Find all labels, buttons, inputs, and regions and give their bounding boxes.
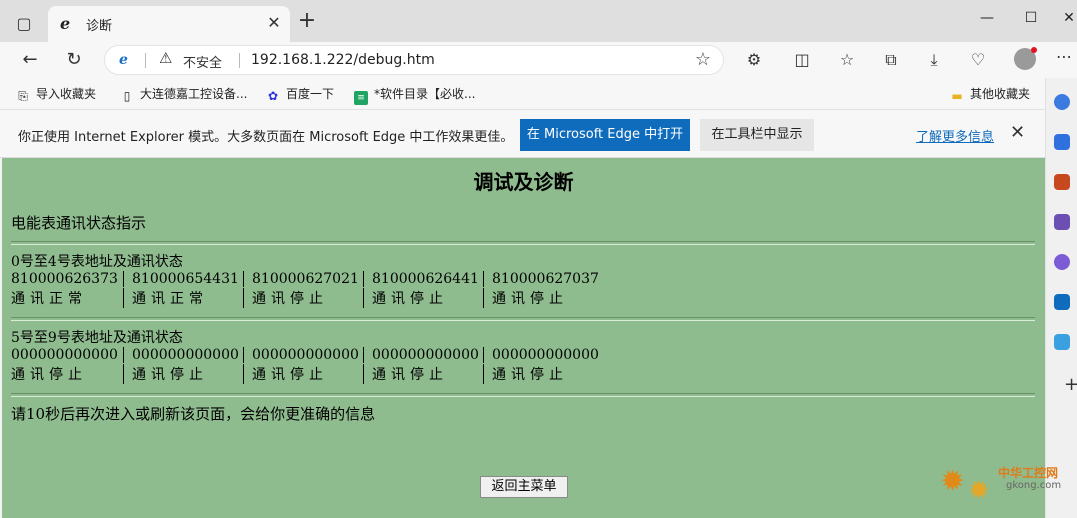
navigation-bar: ← ↻ e ⚠ 不安全 192.168.1.222/debug.htm ☆ ⚙ …	[0, 42, 1077, 78]
group-title: 0号至4号表地址及通讯状态	[11, 254, 183, 270]
meter-address: 810000627037	[483, 271, 603, 287]
extensions-icon[interactable]: ⚙	[740, 47, 768, 73]
window-close-icon[interactable]: ✕	[1054, 10, 1077, 30]
meter-status: 通讯停止	[243, 288, 363, 308]
status-row: 通讯正常 通讯正常 通讯停止 通讯停止 通讯停止	[11, 288, 603, 308]
new-tab-icon[interactable]: +	[296, 10, 318, 33]
meter-address: 810000626441	[363, 271, 483, 287]
meter-address: 810000654431	[123, 271, 243, 287]
gear-icon: ✹	[968, 476, 990, 506]
favorite-item-other[interactable]: ▬ 其他收藏夹	[950, 85, 1030, 103]
browser-tab[interactable]: e 诊断 ✕	[48, 6, 290, 42]
sheet-icon: ≡	[354, 91, 368, 105]
ie-mode-icon[interactable]: e	[119, 52, 135, 68]
meter-status: 通讯停止	[11, 367, 87, 383]
ie-mode-banner: 你正使用 Internet Explorer 模式。大多数页面在 Microso…	[0, 110, 1045, 158]
divider	[239, 53, 240, 68]
page-content: 调试及诊断 电能表通讯状态指示 0号至4号表地址及通讯状态 8100006263…	[2, 158, 1045, 518]
meter-address: 000000000000	[11, 347, 118, 363]
watermark-logo: ✹ ✹ 中华工控网 gkong.com	[940, 462, 1070, 508]
split-screen-icon[interactable]: ◫	[788, 47, 816, 73]
gear-icon: ✹	[940, 464, 966, 499]
refresh-note: 请10秒后再次进入或刷新该页面，会给你更准确的信息	[11, 405, 376, 423]
minimize-icon[interactable]: —	[972, 10, 1002, 30]
watermark-text: 中华工控网	[998, 466, 1059, 480]
shopping-tag-icon[interactable]	[1054, 134, 1070, 150]
meter-address: 000000000000	[483, 347, 603, 363]
address-row: 000000000000 000000000000 000000000000 0000…	[11, 347, 603, 363]
favorite-item-baidu[interactable]: ✿ 百度一下	[266, 85, 334, 103]
open-in-edge-button[interactable]: 在 Microsoft Edge 中打开	[520, 119, 690, 151]
back-icon[interactable]: ←	[16, 47, 44, 73]
more-icon[interactable]: ⋯	[1056, 47, 1072, 66]
meter-status: 通讯正常	[11, 291, 87, 307]
meter-status: 通讯正常	[123, 288, 243, 308]
ie-tab-icon: e	[60, 14, 71, 33]
tab-bar: ▢ e 诊断 ✕ + — ☐ ✕	[0, 0, 1077, 42]
office-icon[interactable]	[1054, 254, 1070, 270]
performance-icon[interactable]: ♡	[964, 47, 992, 73]
address-row: 810000626373 810000654431 810000627021 8100…	[11, 271, 603, 287]
warning-icon[interactable]: ⚠	[159, 49, 172, 67]
meter-address: 000000000000	[123, 347, 243, 363]
favorites-icon[interactable]: ☆	[833, 47, 861, 73]
notification-dot	[1031, 47, 1037, 53]
send-icon[interactable]	[1054, 334, 1070, 350]
horizontal-rule	[11, 317, 1035, 321]
favorite-star-icon[interactable]: ☆	[695, 49, 711, 70]
horizontal-rule	[11, 393, 1035, 397]
insecure-label[interactable]: 不安全	[183, 52, 222, 71]
refresh-icon[interactable]: ↻	[60, 47, 88, 73]
meter-status: 通讯停止	[363, 288, 483, 308]
watermark-url: gkong.com	[1006, 480, 1062, 491]
ie-mode-message: 你正使用 Internet Explorer 模式。大多数页面在 Microso…	[18, 130, 514, 145]
meter-status: 通讯停止	[363, 364, 483, 384]
tab-close-icon[interactable]: ✕	[264, 13, 284, 33]
favorites-bar: ⎘ 导入收藏夹 ▯ 大连德嘉工控设备... ✿ 百度一下 ≡ *软件目录【必收... ▬…	[0, 78, 1045, 110]
tab-actions-icon[interactable]: ▢	[8, 10, 40, 36]
favorite-item-import[interactable]: ⎘ 导入收藏夹	[16, 85, 96, 103]
meter-status: 通讯停止	[123, 364, 243, 384]
meter-address: 000000000000	[363, 347, 483, 363]
horizontal-rule	[11, 241, 1035, 245]
status-row: 通讯停止 通讯停止 通讯停止 通讯停止 通讯停止	[11, 364, 603, 384]
back-to-menu-button[interactable]: 返回主菜单	[480, 476, 568, 498]
learn-more-link[interactable]: 了解更多信息	[916, 126, 994, 145]
maximize-icon[interactable]: ☐	[1016, 10, 1046, 30]
favorite-item-dalian[interactable]: ▯ 大连德嘉工控设备...	[120, 85, 248, 103]
url-text[interactable]: 192.168.1.222/debug.htm	[251, 52, 435, 68]
section-heading: 电能表通讯状态指示	[11, 214, 147, 232]
divider	[145, 53, 146, 68]
meter-address: 810000627021	[243, 271, 363, 287]
group-title: 5号至9号表地址及通讯状态	[11, 330, 183, 346]
address-bar[interactable]: e ⚠ 不安全 192.168.1.222/debug.htm ☆	[104, 45, 724, 75]
show-in-toolbar-button[interactable]: 在工具栏中显示	[700, 119, 814, 151]
edge-sidebar	[1045, 78, 1077, 518]
banner-close-icon[interactable]: ✕	[1010, 122, 1025, 143]
search-icon[interactable]	[1054, 94, 1070, 110]
meter-status: 通讯停止	[243, 364, 363, 384]
page-icon: ▯	[123, 89, 131, 103]
import-favorites-icon: ⎘	[18, 89, 28, 103]
tab-title: 诊断	[86, 19, 113, 34]
games-icon[interactable]	[1054, 214, 1070, 230]
favorite-item-software[interactable]: ≡ *软件目录【必收...	[354, 85, 475, 105]
tools-icon[interactable]	[1054, 174, 1070, 190]
meter-status: 通讯停止	[483, 364, 603, 384]
meter-status: 通讯停止	[483, 288, 603, 308]
folder-icon: ▬	[951, 89, 963, 103]
sidebar-add-icon[interactable]: +	[1064, 374, 1077, 395]
meter-address: 810000626373	[11, 271, 118, 287]
meter-address: 000000000000	[243, 347, 363, 363]
collections-icon[interactable]: ⧉	[877, 47, 905, 73]
page-title: 调试及诊断	[473, 170, 574, 194]
outlook-icon[interactable]	[1054, 294, 1070, 310]
download-icon[interactable]: ⤓	[920, 47, 948, 73]
baidu-paw-icon: ✿	[267, 89, 279, 103]
